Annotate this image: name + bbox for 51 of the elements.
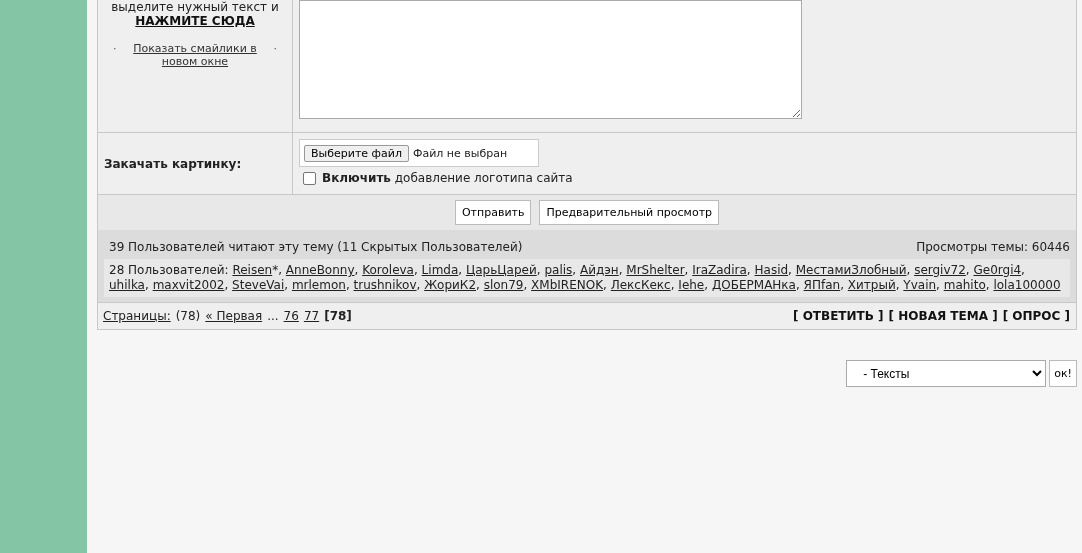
upload-label: Закачать картинку: bbox=[104, 156, 242, 171]
user-link[interactable]: IraZadira bbox=[692, 263, 747, 277]
submit-button[interactable]: Отправить bbox=[454, 200, 532, 225]
user-link[interactable]: Iehe bbox=[678, 278, 705, 292]
user-link[interactable]: trushnikov bbox=[353, 278, 417, 292]
user-link[interactable]: Reisen bbox=[232, 263, 273, 277]
user-link[interactable]: AnneBonny bbox=[285, 263, 355, 277]
action-link[interactable]: [ ОПРОС ] bbox=[1002, 309, 1070, 323]
user-link[interactable]: uhilka bbox=[109, 278, 145, 292]
user-link[interactable]: Yvain bbox=[903, 278, 937, 292]
user-link[interactable]: Айдэн bbox=[579, 263, 619, 277]
user-link[interactable]: ЖориК2 bbox=[424, 278, 476, 292]
file-input[interactable]: Выберите файл Файл не выбран bbox=[299, 139, 539, 167]
user-link[interactable]: МестамиЗлобный bbox=[795, 263, 907, 277]
pages-link[interactable]: Страницы: bbox=[103, 309, 171, 323]
action-link[interactable]: [ ОТВЕТИТЬ ] bbox=[792, 309, 884, 323]
go-button[interactable]: ок! bbox=[1049, 360, 1077, 387]
user-link[interactable]: ЛексКекс bbox=[610, 278, 671, 292]
user-link[interactable]: Koroleva bbox=[362, 263, 414, 277]
first-page-link[interactable]: « Первая bbox=[205, 309, 263, 323]
choose-file-button[interactable]: Выберите файл bbox=[304, 144, 409, 162]
user-link[interactable]: ДОБЕРМАНка bbox=[711, 278, 796, 292]
user-link[interactable]: MrShelter bbox=[626, 263, 685, 277]
action-link[interactable]: [ НОВАЯ ТЕМА ] bbox=[888, 309, 998, 323]
message-field[interactable] bbox=[299, 0, 802, 119]
file-status: Файл не выбран bbox=[412, 146, 508, 160]
logo-option-label: Включить добавление логотипа сайта bbox=[322, 171, 573, 185]
user-link[interactable]: lola100000 bbox=[993, 278, 1061, 292]
hint-text: выделите нужный текст и bbox=[110, 0, 280, 14]
user-link[interactable]: sergiv72 bbox=[914, 263, 966, 277]
readers-summary: 39 Пользователей читают эту тему (11 Скрытых Пользователей) bbox=[109, 240, 523, 254]
ellipsis-text: ... bbox=[267, 309, 279, 323]
online-users-text: 28 Пользователей: Reisen*, AnneBonny, Koroleva, Limda, ЦарьЦарей, palis, Айдэн, MrShelter, IraZadira, Hasid, МестамиЗлобный, sergiv72, Ge0rgi4, uhilka, maxvit2002, SteveVai, mrlemon, trushnikov, ЖориК2, slon79, XMbIRENOK, ЛексКекс, Iehe, ДОБЕРМАНка, ЯПfan, Хитрый, Yvain, mahito, lola100000 bbox=[104, 259, 1070, 297]
forum-select[interactable]: - Тексты bbox=[846, 360, 1047, 387]
show-smilies-link[interactable]: Показать смайлики в новом окне bbox=[120, 42, 270, 68]
views-count: Просмотры темы: 60446 bbox=[916, 240, 1070, 254]
user-link[interactable]: Хитрый bbox=[847, 278, 896, 292]
checkbox[interactable] bbox=[303, 171, 316, 185]
bullet-text: · bbox=[273, 42, 277, 55]
page-link[interactable]: 76 bbox=[283, 309, 299, 323]
page-link[interactable]: 77 bbox=[303, 309, 320, 323]
user-link[interactable]: mrlemon bbox=[291, 278, 346, 292]
click-here-link[interactable]: НАЖМИТЕ СЮДА bbox=[135, 14, 255, 28]
current-page: [78] bbox=[324, 309, 352, 323]
user-link[interactable]: ЯПfan bbox=[803, 278, 841, 292]
user-link[interactable]: ЦарьЦарей bbox=[465, 263, 537, 277]
page-count: (78) bbox=[175, 309, 201, 323]
bullet-text: · bbox=[113, 42, 117, 55]
preview-button[interactable]: Предварительный просмотр bbox=[539, 200, 720, 225]
user-link[interactable]: mahito bbox=[943, 278, 986, 292]
user-link[interactable]: Hasid bbox=[754, 263, 789, 277]
